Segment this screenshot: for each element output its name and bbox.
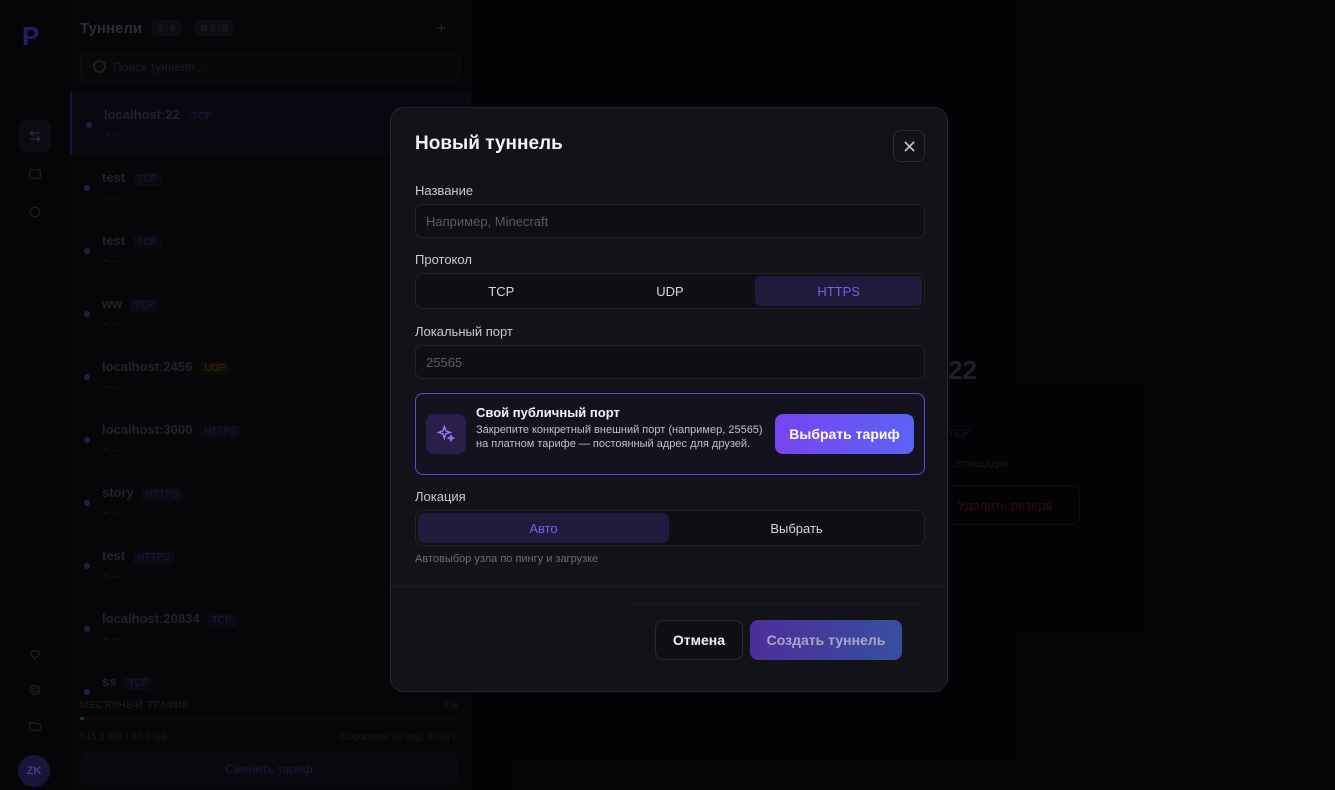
- promo-description: Закрепите конкретный внешний порт (напри…: [476, 424, 763, 450]
- promo-title: Свой публичный порт: [476, 405, 620, 420]
- local-port-input[interactable]: [415, 345, 925, 379]
- protocol-https[interactable]: HTTPS: [755, 276, 923, 306]
- protocol-udp[interactable]: UDP: [587, 276, 754, 306]
- location-label: Локация: [415, 489, 466, 504]
- location-auto[interactable]: Авто: [418, 513, 669, 543]
- public-port-promo: Свой публичный порт Закрепите конкретный…: [415, 393, 925, 475]
- footer-divider: [391, 586, 947, 587]
- protocol-selector: TCP UDP HTTPS: [415, 273, 925, 309]
- protocol-label: Протокол: [415, 252, 472, 267]
- new-tunnel-dialog: Новый туннель Название Протокол TCP UDP …: [390, 107, 948, 692]
- choose-plan-button[interactable]: Выбрать тариф: [775, 414, 914, 454]
- sparkle-icon: [426, 414, 466, 454]
- footer-divider-inner: [631, 604, 921, 605]
- dialog-title: Новый туннель: [415, 133, 563, 154]
- location-hint: Автовыбор узла по пингу и загрузке: [415, 553, 599, 565]
- close-button[interactable]: [893, 130, 925, 162]
- local-port-label: Локальный порт: [415, 324, 513, 339]
- name-input[interactable]: [415, 204, 925, 238]
- close-icon: [903, 140, 915, 152]
- create-tunnel-button[interactable]: Создать туннель: [750, 620, 902, 660]
- location-selector: Авто Выбрать: [415, 510, 925, 546]
- cancel-button[interactable]: Отмена: [655, 620, 743, 660]
- name-label: Название: [415, 183, 474, 198]
- protocol-tcp[interactable]: TCP: [418, 276, 585, 306]
- location-choose[interactable]: Выбрать: [671, 513, 922, 543]
